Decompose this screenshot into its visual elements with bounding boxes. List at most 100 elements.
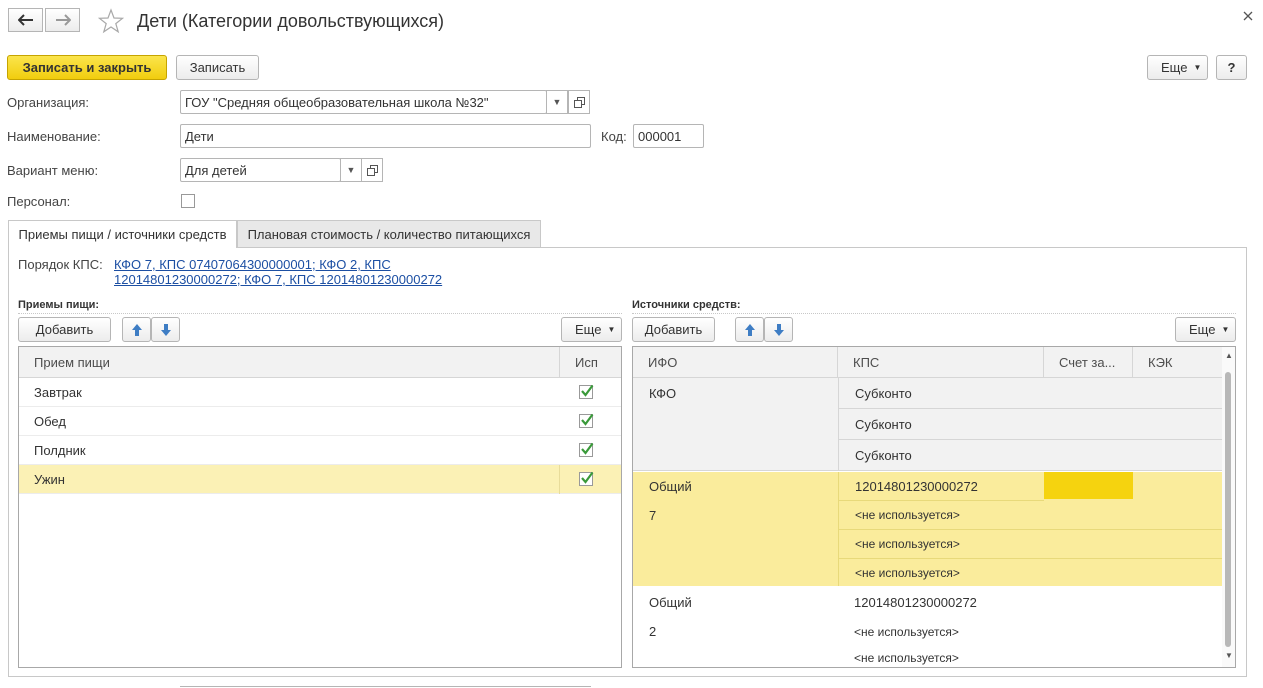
table-row-selected[interactable]: Ужин: [19, 465, 621, 494]
more-menu-label: Еще: [1161, 60, 1188, 75]
table-row[interactable]: Завтрак: [19, 378, 621, 407]
menu-variant-field[interactable]: Для детей: [180, 158, 341, 182]
name-field[interactable]: Дети: [180, 124, 591, 148]
code-field[interactable]: 000001: [633, 124, 704, 148]
sources-table-header: ИФО КПС Счет за... КЭК: [633, 347, 1235, 378]
save-and-close-button[interactable]: Записать и закрыть: [7, 55, 167, 80]
forward-button[interactable]: [45, 8, 80, 32]
source-ifo: Общий: [649, 595, 692, 610]
sources-move-down-button[interactable]: [764, 317, 793, 342]
organization-label: Организация:: [7, 95, 90, 110]
kps-order-link-line2: 12014801230000272; КФО 7, КПС 1201480123…: [114, 272, 443, 287]
meals-col-used[interactable]: Исп: [560, 347, 621, 378]
meals-section-title: Приемы пищи:: [18, 299, 100, 311]
sources-row[interactable]: Общий 2 12014801230000272 <не использует…: [633, 588, 1222, 667]
source-unused: <не используется>: [838, 530, 1222, 559]
personnel-checkbox[interactable]: [181, 194, 195, 208]
sources-add-button[interactable]: Добавить: [632, 317, 715, 342]
sources-more-label: Еще: [1189, 322, 1216, 337]
save-button[interactable]: Записать: [176, 55, 259, 80]
back-button[interactable]: [8, 8, 43, 32]
open-window-icon: [573, 96, 585, 108]
window-title: Дети (Категории довольствующихся): [137, 11, 445, 31]
checkmark-icon: [581, 471, 594, 484]
kps-order-link[interactable]: КФО 7, КПС 07407064300000001; КФО 2, КПС…: [114, 257, 442, 287]
meals-more-button[interactable]: Еще ▼: [561, 317, 622, 342]
arrow-down-icon: [160, 323, 171, 336]
meal-used-checkbox[interactable]: [579, 471, 594, 486]
dropdown-arrow-icon: ▼: [1193, 63, 1202, 72]
sources-move-up-button[interactable]: [735, 317, 764, 342]
code-label: Код:: [601, 129, 627, 144]
sources-col-account[interactable]: Счет за...: [1044, 347, 1133, 378]
meal-name: Полдник: [34, 443, 86, 458]
name-label: Наименование:: [7, 129, 101, 144]
arrow-down-icon: [773, 323, 784, 336]
sources-scrollbar[interactable]: ▲ ▼: [1222, 347, 1235, 667]
checkmark-icon: [581, 413, 594, 426]
sources-col-kps[interactable]: КПС: [838, 347, 1044, 378]
meals-move-down-button[interactable]: [151, 317, 180, 342]
meals-divider: [18, 313, 622, 314]
help-button[interactable]: ?: [1216, 55, 1247, 80]
organization-field[interactable]: ГОУ "Средняя общеобразовательная школа №…: [180, 90, 547, 114]
menu-variant-label: Вариант меню:: [7, 163, 99, 178]
scroll-down-arrow-icon[interactable]: ▼: [1225, 651, 1233, 660]
source-account-cell[interactable]: [1044, 472, 1133, 499]
dropdown-arrow-icon: ▼: [607, 325, 616, 334]
scrollbar-thumb[interactable]: [1225, 372, 1231, 647]
kps-order-link-line1: КФО 7, КПС 07407064300000001; КФО 2, КПС: [114, 257, 391, 272]
sources-col-kek[interactable]: КЭК: [1133, 347, 1221, 378]
checkmark-icon: [581, 384, 594, 397]
more-menu-button[interactable]: Еще ▼: [1147, 55, 1208, 80]
kps-order-label: Порядок КПС:: [18, 257, 103, 272]
organization-dropdown-button[interactable]: ▼: [546, 90, 568, 114]
sources-more-button[interactable]: Еще ▼: [1175, 317, 1236, 342]
field-edge: [180, 686, 591, 687]
meal-name: Обед: [34, 414, 66, 429]
table-row[interactable]: Полдник: [19, 436, 621, 465]
meal-name: Завтрак: [34, 385, 82, 400]
source-kps: 12014801230000272: [838, 472, 1044, 501]
open-window-icon: [366, 164, 378, 176]
meals-add-button[interactable]: Добавить: [18, 317, 111, 342]
tab-meals-sources[interactable]: Приемы пищи / источники средств: [8, 220, 237, 248]
meal-used-checkbox[interactable]: [579, 413, 594, 428]
source-unused: <не используется>: [838, 559, 1222, 586]
scroll-up-arrow-icon[interactable]: ▲: [1225, 351, 1233, 360]
source-unused: <не используется>: [854, 650, 959, 665]
arrow-up-icon: [131, 323, 142, 336]
menu-variant-dropdown-button[interactable]: ▼: [340, 158, 362, 182]
dropdown-arrow-icon: ▼: [346, 165, 356, 175]
meals-table-header: Прием пищи Исп: [19, 347, 621, 378]
close-icon[interactable]: [1240, 8, 1256, 24]
tab-planned-cost[interactable]: Плановая стоимость / количество питающих…: [237, 220, 541, 247]
group-subconto: Субконто: [838, 378, 1222, 409]
sources-group-header[interactable]: КФО Субконто Субконто Субконто: [633, 378, 1222, 471]
arrow-up-icon: [744, 323, 755, 336]
source-ifo: Общий: [649, 479, 692, 494]
meal-used-checkbox[interactable]: [579, 384, 594, 399]
source-ifo-code: 2: [649, 624, 657, 639]
organization-open-button[interactable]: [568, 90, 590, 114]
sources-section-title: Источники средств:: [632, 299, 741, 311]
dropdown-arrow-icon: ▼: [1221, 325, 1230, 334]
sources-row-selected[interactable]: Общий 7 12014801230000272 <не использует…: [633, 472, 1222, 586]
meal-used-checkbox[interactable]: [579, 442, 594, 457]
arrow-right-icon: [55, 14, 71, 26]
group-subconto: Субконто: [838, 440, 1222, 471]
group-ifo: КФО: [649, 386, 677, 401]
meals-move-up-button[interactable]: [122, 317, 151, 342]
meals-table: Прием пищи Исп Завтрак Обед Полдник Ужин: [18, 346, 622, 668]
sources-table: ИФО КПС Счет за... КЭК КФО Субконто Субк…: [632, 346, 1236, 668]
meals-col-name[interactable]: Прием пищи: [19, 347, 560, 378]
group-subconto: Субконто: [838, 409, 1222, 440]
source-unused: <не используется>: [854, 624, 959, 639]
sources-col-ifo[interactable]: ИФО: [633, 347, 838, 378]
sources-divider: [632, 313, 1236, 314]
favorite-star-icon[interactable]: [97, 8, 125, 34]
personnel-label: Персонал:: [7, 194, 71, 209]
source-kps: 12014801230000272: [854, 595, 977, 610]
menu-variant-open-button[interactable]: [361, 158, 383, 182]
table-row[interactable]: Обед: [19, 407, 621, 436]
